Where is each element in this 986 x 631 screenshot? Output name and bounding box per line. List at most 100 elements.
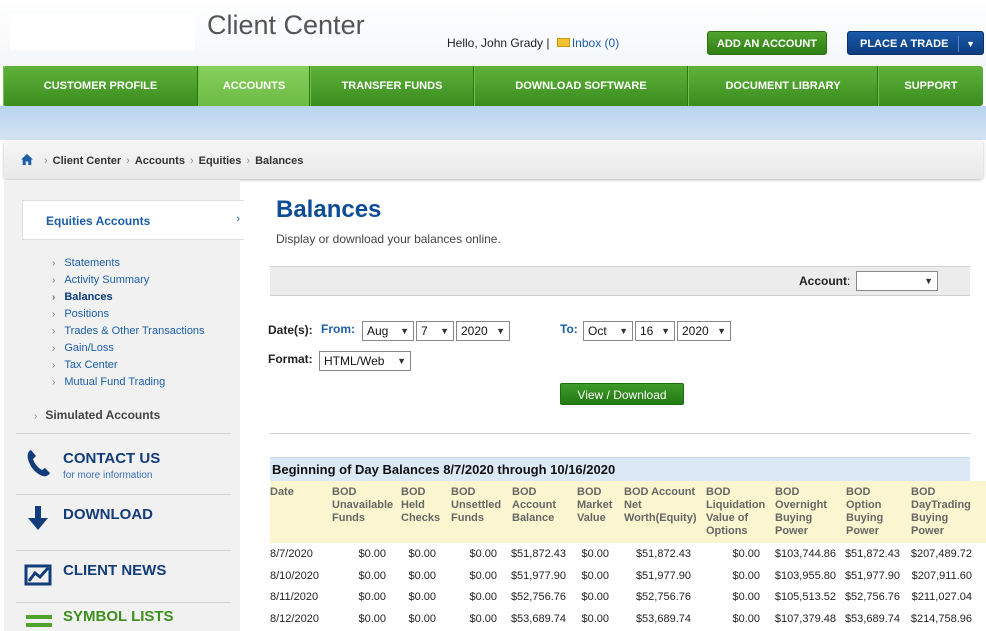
sidebar-item-label: Gain/Loss: [64, 342, 114, 354]
table-cell: $0.00: [408, 591, 436, 603]
table-cell: $214,758.96: [910, 612, 972, 625]
sidebar-item-activity-summary[interactable]: › Activity Summary: [52, 272, 205, 289]
from-day-select[interactable]: 7 ▼: [416, 321, 454, 341]
sidebar-item-label: Trades & Other Transactions: [64, 325, 205, 337]
client-news-promo[interactable]: CLIENT NEWS: [24, 554, 234, 594]
table-cell: $51,872.43: [844, 548, 900, 560]
caret-down-icon[interactable]: ▼: [966, 32, 975, 56]
table-cell: $0.00: [408, 612, 436, 625]
chevron-right-icon: ›: [52, 360, 56, 371]
table-cell-date: 8/10/2020: [270, 569, 319, 582]
to-day-value: 16: [640, 324, 654, 338]
table-cell: $0.00: [581, 569, 609, 582]
table-cell: $51,872.43: [635, 548, 691, 560]
sidebar-equities-accounts[interactable]: Equities Accounts ›: [22, 200, 244, 240]
table-cell: $0.00: [732, 591, 760, 603]
table-cell: $0.00: [581, 612, 609, 625]
column-header: BOD Held Checks: [401, 486, 441, 524]
table-cell: $53,689.74: [844, 612, 900, 625]
table-cell: $103,744.86: [774, 548, 836, 560]
dates-label: Date(s):: [268, 323, 313, 337]
divider: [16, 550, 231, 551]
table-cell: $51,872.43: [510, 548, 566, 560]
table-cell: $0.00: [408, 569, 436, 582]
breadcrumb-client-center[interactable]: Client Center: [53, 155, 121, 167]
nav-customer-profile[interactable]: CUSTOMER PROFILE: [3, 66, 198, 106]
sidebar-item-label: Balances: [64, 291, 113, 303]
table-cell: $211,027.04: [911, 591, 972, 603]
sidebar-item-tax-center[interactable]: › Tax Center: [52, 357, 205, 374]
column-header: BOD Unsettled Funds: [451, 486, 502, 524]
place-trade-button[interactable]: PLACE A TRADE ▼: [847, 31, 984, 55]
table-cell: $0.00: [358, 591, 386, 603]
nav-transfer-funds[interactable]: TRANSFER FUNDS: [310, 66, 474, 106]
to-year-select[interactable]: 2020 ▼: [677, 321, 731, 341]
nav-download-software[interactable]: DOWNLOAD SOFTWARE: [474, 66, 688, 106]
sidebar-links: › Statements › Activity Summary › Balances …: [52, 255, 205, 391]
chart-news-icon: [24, 564, 52, 586]
nav-support[interactable]: SUPPORT: [878, 66, 983, 106]
breadcrumb-equities[interactable]: Equities: [199, 155, 242, 167]
from-label: From:: [321, 322, 355, 336]
to-month-value: Oct: [588, 324, 607, 338]
nav-accounts[interactable]: ACCOUNTS: [198, 66, 310, 106]
sidebar-item-trades[interactable]: › Trades & Other Transactions: [52, 323, 205, 340]
from-month-value: Aug: [367, 324, 389, 338]
sidebar-item-gain-loss[interactable]: › Gain/Loss: [52, 340, 205, 357]
divider: [16, 494, 231, 495]
inbox-link[interactable]: Inbox (0): [572, 36, 619, 50]
sidebar-item-label: Positions: [64, 308, 109, 320]
account-label-text: Account: [799, 274, 847, 288]
table-cell: $52,756.76: [844, 591, 900, 603]
chevron-down-icon: ▼: [717, 326, 726, 336]
nav-document-library[interactable]: DOCUMENT LIBRARY: [688, 66, 878, 106]
to-year-value: 2020: [682, 324, 709, 338]
sidebar-section-title: Equities Accounts: [46, 214, 151, 228]
sidebar-item-balances[interactable]: › Balances: [52, 289, 205, 306]
contact-us-promo[interactable]: CONTACT US for more information: [24, 442, 234, 482]
page-subtitle: Display or download your balances online…: [276, 232, 501, 246]
format-select[interactable]: HTML/Web ▼: [319, 351, 411, 371]
from-year-select[interactable]: 2020 ▼: [456, 321, 510, 341]
to-day-select[interactable]: 16 ▼: [635, 321, 675, 341]
home-icon[interactable]: [21, 154, 33, 165]
table-cell: $0.00: [358, 548, 386, 560]
table-cell: $51,977.90: [510, 569, 566, 582]
table-cell: $0.00: [469, 591, 497, 603]
table-cell: $0.00: [732, 548, 760, 560]
table-cell: $103,955.80: [774, 569, 836, 582]
from-month-select[interactable]: Aug ▼: [362, 321, 414, 341]
table-cell: $0.00: [581, 591, 609, 603]
download-promo[interactable]: DOWNLOAD: [24, 498, 234, 538]
sidebar-item-positions[interactable]: › Positions: [52, 306, 205, 323]
header-band: [0, 106, 986, 140]
logo[interactable]: [10, 14, 195, 50]
sidebar-simulated-accounts[interactable]: › Simulated Accounts: [34, 408, 160, 422]
chevron-right-icon: ›: [126, 155, 130, 167]
account-bar: Account: ▼: [270, 266, 970, 296]
account-select[interactable]: ▼: [856, 271, 938, 291]
main-nav: CUSTOMER PROFILE ACCOUNTS TRANSFER FUNDS…: [3, 66, 983, 106]
bod-title: Beginning of Day Balances 8/7/2020 throu…: [272, 462, 616, 477]
chevron-right-icon: ›: [52, 275, 56, 286]
add-account-button[interactable]: ADD AN ACCOUNT: [707, 31, 827, 55]
sidebar-item-label: Activity Summary: [64, 274, 150, 286]
page-title: Balances: [276, 196, 382, 223]
symbol-lists-promo[interactable]: SYMBOL LISTS: [24, 600, 234, 631]
column-header: BOD Unavailable Funds: [332, 486, 394, 524]
table-row: 8/11/2020 $0.00 $0.00 $0.00 $52,756.76 $0.00 $…: [270, 587, 986, 608]
view-download-button[interactable]: View / Download: [560, 383, 684, 405]
account-label-colon: :: [847, 274, 851, 288]
sidebar-item-mutual-fund[interactable]: › Mutual Fund Trading: [52, 374, 205, 391]
chevron-right-icon: ›: [236, 213, 240, 225]
bod-title-bar: Beginning of Day Balances 8/7/2020 throu…: [270, 457, 970, 481]
table-cell: $52,756.76: [635, 591, 691, 603]
breadcrumb-accounts[interactable]: Accounts: [135, 155, 185, 167]
from-day-value: 7: [421, 324, 428, 338]
sidebar-item-statements[interactable]: › Statements: [52, 255, 205, 272]
table-cell-date: 8/11/2020: [270, 591, 319, 603]
column-header: BOD Overnight Buying Power: [775, 486, 827, 537]
divider: [16, 433, 231, 434]
column-header: BOD Liquidation Value of Options: [706, 486, 766, 537]
to-month-select[interactable]: Oct ▼: [583, 321, 633, 341]
